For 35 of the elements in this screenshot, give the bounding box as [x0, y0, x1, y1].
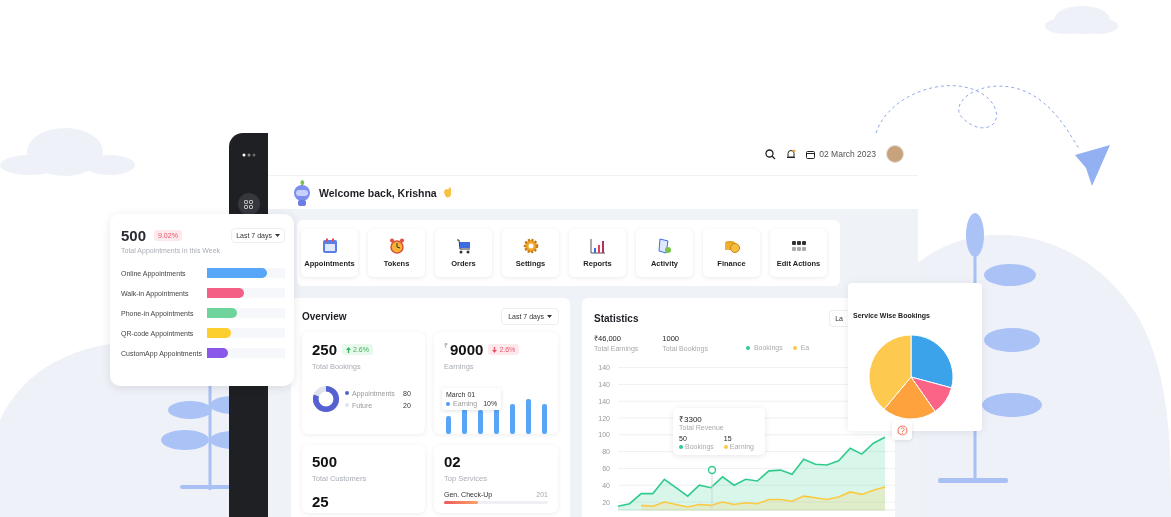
grid-icon [244, 199, 253, 209]
welcome-heading: Welcome back, Krishna [319, 186, 437, 199]
tooltip-value: ₹3300 [679, 414, 703, 424]
dashboard-button[interactable] [237, 193, 260, 215]
caret-icon [547, 315, 552, 318]
earnings-value: 9000 [450, 341, 484, 358]
calendar-icon [321, 238, 338, 254]
coins-icon [723, 238, 740, 254]
dots-icon [790, 238, 807, 254]
gear-icon [522, 238, 539, 254]
cart-icon [455, 238, 472, 254]
overview-title: Overview [302, 311, 347, 322]
date-label: 02 March 2023 [819, 149, 876, 159]
appointments-total: 500 [121, 227, 147, 244]
caret-icon [275, 234, 280, 237]
legend-dot [446, 401, 450, 406]
customers-secondary-value: 25 [312, 493, 330, 510]
customers-value: 500 [312, 453, 339, 470]
paper-plane-icon [1075, 145, 1110, 186]
statistics-title: Statistics [594, 313, 639, 324]
up-arrow-icon [346, 346, 352, 353]
waving-hand-icon [441, 187, 453, 198]
hover-marker [707, 465, 717, 511]
question-mark-icon [896, 424, 908, 436]
document-icon [656, 238, 673, 254]
bookings-value: 250 [312, 341, 338, 358]
search-icon[interactable] [765, 148, 777, 160]
donut-chart-drawing [312, 385, 340, 413]
window-dots-icon [241, 153, 256, 157]
notification-bell-icon[interactable] [786, 148, 797, 160]
clock-icon [388, 238, 405, 254]
services-value: 02 [444, 453, 462, 470]
calendar-icon [806, 149, 816, 159]
down-arrow-icon [492, 346, 498, 353]
chart-icon [589, 238, 606, 254]
